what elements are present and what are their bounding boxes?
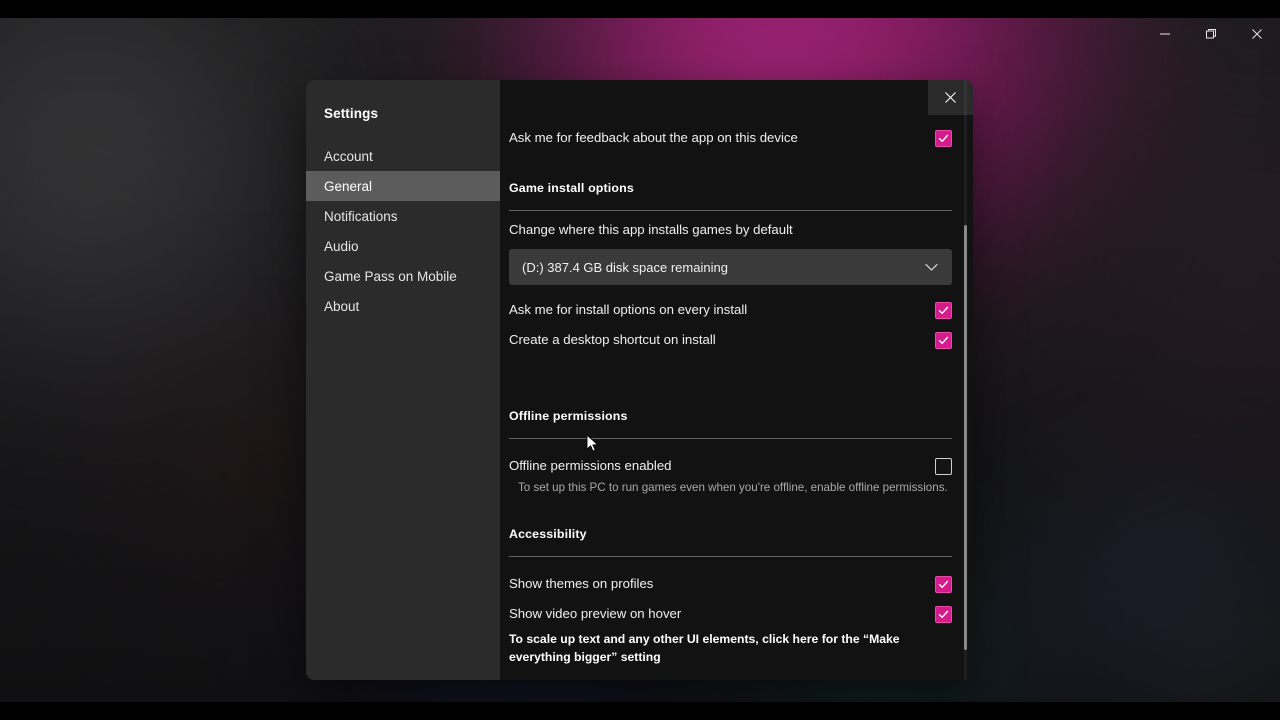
sidebar-item-notifications[interactable]: Notifications <box>306 201 500 231</box>
setting-label: Offline permissions enabled <box>509 457 672 473</box>
close-button[interactable] <box>1234 18 1280 50</box>
sidebar-item-label: About <box>324 298 360 314</box>
setting-label: Show themes on profiles <box>509 575 654 591</box>
offline-permissions-checkbox[interactable] <box>935 457 952 475</box>
settings-sidebar: Settings Account General Notifications A… <box>306 80 500 680</box>
restore-icon <box>1206 29 1216 39</box>
close-icon <box>1252 29 1262 39</box>
minimize-button[interactable] <box>1142 18 1188 50</box>
show-themes-checkbox[interactable] <box>935 575 952 593</box>
setting-row-show-themes[interactable]: Show themes on profiles <box>509 571 952 597</box>
setting-label: Show video preview on hover <box>509 605 682 621</box>
sidebar-item-general[interactable]: General <box>306 171 500 201</box>
sidebar-item-label: Game Pass on Mobile <box>324 268 457 284</box>
section-heading-offline-permissions: Offline permissions <box>509 409 628 423</box>
setting-row-feedback[interactable]: Ask me for feedback about the app on thi… <box>509 125 952 151</box>
sidebar-item-label: Notifications <box>324 208 398 224</box>
video-preview-checkbox[interactable] <box>935 605 952 623</box>
settings-title: Settings <box>324 106 379 121</box>
setting-row-ask-install-options[interactable]: Ask me for install options on every inst… <box>509 297 952 323</box>
section-divider <box>509 556 952 557</box>
feedback-checkbox[interactable] <box>935 129 952 147</box>
check-icon <box>938 336 949 344</box>
section-heading-game-install: Game install options <box>509 181 634 195</box>
settings-content-scroll: Ask me for feedback about the app on thi… <box>500 80 973 680</box>
setting-row-offline-permissions[interactable]: Offline permissions enabled <box>509 453 952 479</box>
install-location-label: Change where this app installs games by … <box>509 222 793 237</box>
scrollbar-thumb[interactable] <box>964 225 967 650</box>
close-icon <box>945 92 956 103</box>
sidebar-item-about[interactable]: About <box>306 291 500 321</box>
chevron-down-icon <box>925 263 938 272</box>
restore-button[interactable] <box>1188 18 1234 50</box>
sidebar-item-label: General <box>324 178 373 194</box>
settings-dialog: Settings Account General Notifications A… <box>306 80 973 680</box>
settings-content: Ask me for feedback about the app on thi… <box>500 80 973 680</box>
check-icon <box>938 306 949 314</box>
content-scrollbar[interactable] <box>959 80 971 680</box>
install-location-value: (D:) 387.4 GB disk space remaining <box>522 259 728 275</box>
sidebar-item-label: Account <box>324 148 373 164</box>
setting-label: Create a desktop shortcut on install <box>509 331 716 347</box>
section-heading-accessibility: Accessibility <box>509 527 587 541</box>
setting-label: Ask me for feedback about the app on thi… <box>509 129 798 145</box>
section-divider <box>509 210 952 211</box>
sidebar-item-label: Audio <box>324 238 359 254</box>
sidebar-item-game-pass-on-mobile[interactable]: Game Pass on Mobile <box>306 261 500 291</box>
install-location-dropdown[interactable]: (D:) 387.4 GB disk space remaining <box>509 249 952 285</box>
letterbox-top <box>0 0 1280 18</box>
make-everything-bigger-link[interactable]: To scale up text and any other UI elemen… <box>509 631 924 666</box>
check-icon <box>938 134 949 142</box>
minimize-icon <box>1160 33 1170 35</box>
desktop-shortcut-checkbox[interactable] <box>935 331 952 349</box>
window-controls <box>1142 18 1280 50</box>
sidebar-item-audio[interactable]: Audio <box>306 231 500 261</box>
letterbox-bottom <box>0 702 1280 720</box>
setting-row-video-preview[interactable]: Show video preview on hover <box>509 601 952 627</box>
check-icon <box>938 610 949 618</box>
check-icon <box>938 580 949 588</box>
setting-row-desktop-shortcut[interactable]: Create a desktop shortcut on install <box>509 327 952 353</box>
screen: Settings Account General Notifications A… <box>0 0 1280 720</box>
sidebar-nav: Account General Notifications Audio Game… <box>306 141 500 321</box>
sidebar-item-account[interactable]: Account <box>306 141 500 171</box>
setting-label: Ask me for install options on every inst… <box>509 301 748 317</box>
offline-permissions-description: To set up this PC to run games even when… <box>518 481 948 494</box>
section-divider <box>509 438 952 439</box>
ask-install-options-checkbox[interactable] <box>935 301 952 319</box>
